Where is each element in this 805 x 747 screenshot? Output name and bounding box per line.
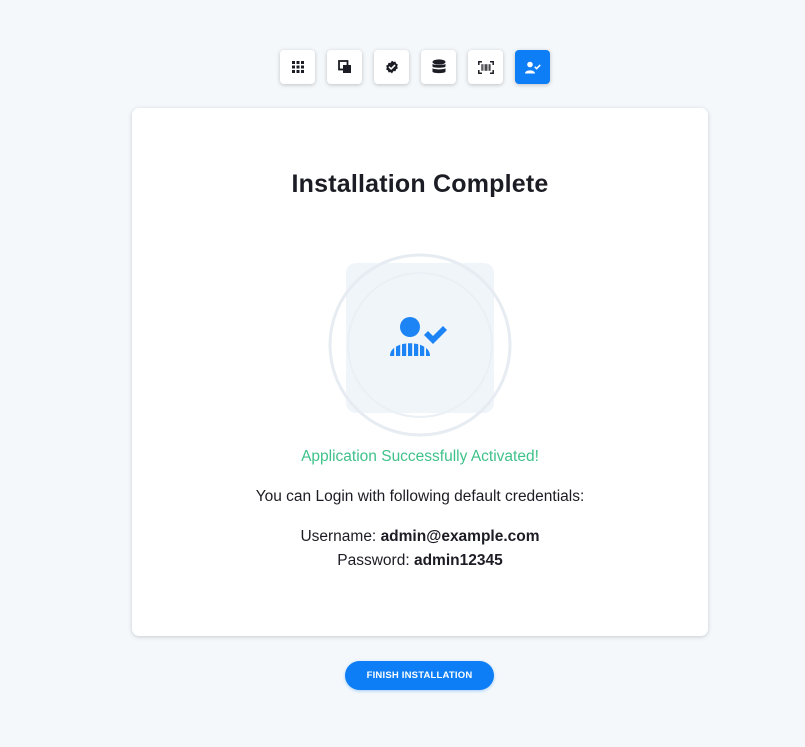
password-value: admin12345: [413, 552, 503, 569]
username-label: Username:: [300, 528, 377, 545]
barcode-scan-icon: [477, 60, 494, 74]
illustration: [328, 253, 512, 437]
installer-steps: [280, 50, 550, 84]
success-message: Application Successfully Activated!: [301, 448, 539, 465]
password-label: Password:: [337, 552, 410, 569]
username-value: admin@example.com: [380, 528, 540, 545]
verified-badge-icon: [385, 60, 398, 74]
copy-icon: [337, 60, 351, 73]
user-check-icon: [390, 317, 447, 356]
step-requirements-button[interactable]: [280, 50, 315, 84]
password-line: Password: admin12345: [132, 552, 708, 570]
database-icon: [432, 59, 445, 74]
user-check-icon: [524, 61, 541, 73]
finish-installation-button[interactable]: FINISH INSTALLATION: [345, 661, 494, 690]
step-verification-button[interactable]: [374, 50, 409, 84]
grid-icon: [291, 61, 304, 73]
step-license-button[interactable]: [468, 50, 503, 84]
step-permissions-button[interactable]: [327, 50, 362, 84]
step-complete-button[interactable]: [515, 50, 550, 84]
credentials-intro: You can Login with following default cre…: [255, 488, 585, 505]
step-database-button[interactable]: [421, 50, 456, 84]
page-title: Installation Complete: [291, 170, 549, 198]
username-line: Username: admin@example.com: [132, 528, 708, 546]
installation-complete-card: Installation Complete Application Succes…: [132, 108, 708, 636]
